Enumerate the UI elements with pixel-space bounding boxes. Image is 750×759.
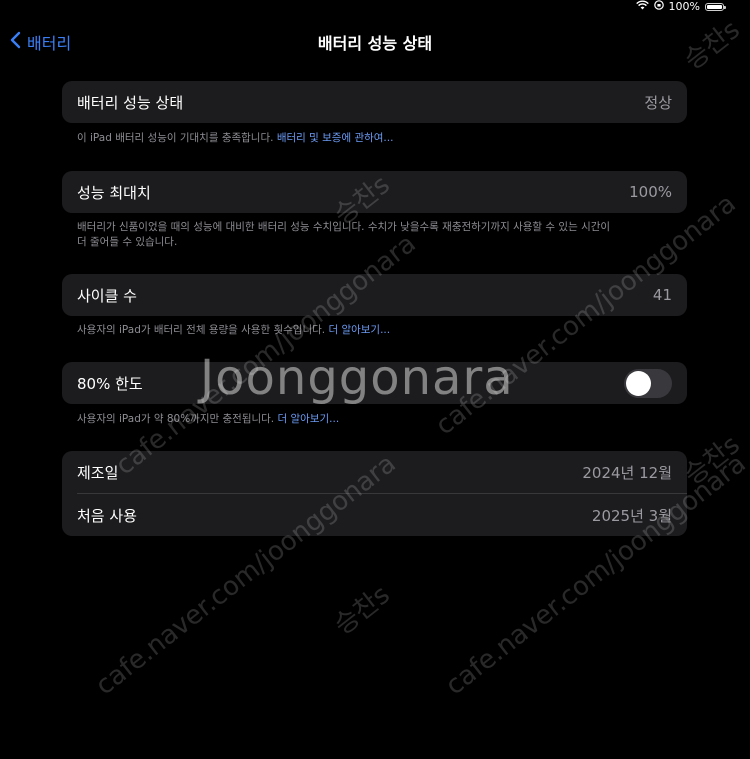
wifi-icon — [635, 0, 649, 13]
manufacture-value: 2024년 12월 — [582, 463, 672, 482]
cycles-value: 41 — [652, 286, 672, 304]
cycles-learn-more-link[interactable]: 더 알아보기... — [328, 324, 390, 336]
battery-percent: 100% — [668, 0, 700, 13]
health-card[interactable]: 배터리 성능 상태 정상 — [62, 81, 687, 123]
capacity-note-line2: 더 줄어들 수 있습니다. — [77, 236, 178, 248]
watermark-seller: 승찬s — [328, 579, 396, 642]
orientation-lock-icon — [653, 0, 664, 13]
capacity-value: 100% — [629, 183, 672, 201]
dates-card: 제조일 2024년 12월 처음 사용 2025년 3월 — [62, 451, 687, 536]
first-use-value: 2025년 3월 — [591, 506, 672, 525]
cycles-label: 사이클 수 — [77, 286, 137, 305]
limit-label: 80% 한도 — [77, 374, 143, 393]
health-note: 이 iPad 배터리 성능이 기대치를 충족합니다. 배터리 및 보증에 관하여… — [77, 131, 677, 146]
status-bar: 100% — [635, 0, 726, 13]
capacity-card: 성능 최대치 100% — [62, 171, 687, 213]
toggle-knob — [626, 370, 651, 396]
limit-learn-more-link[interactable]: 더 알아보기... — [278, 413, 340, 425]
battery-icon — [705, 2, 726, 11]
health-label: 배터리 성능 상태 — [77, 93, 184, 112]
manufacture-label: 제조일 — [77, 463, 119, 482]
cycles-note: 사용자의 iPad가 배터리 전체 용량을 사용한 횟수입니다. 더 알아보기.… — [77, 323, 677, 338]
limit-note: 사용자의 iPad가 약 80%까지만 충전됩니다. 더 알아보기... — [77, 412, 677, 427]
limit-note-text: 사용자의 iPad가 약 80%까지만 충전됩니다. — [77, 413, 275, 425]
page-title: 배터리 성능 상태 — [317, 34, 433, 53]
capacity-note-line1: 배터리가 신품이었을 때의 성능에 대비한 배터리 성능 수치입니다. 수치가 … — [77, 221, 611, 233]
battery-fill — [707, 4, 722, 9]
limit-card: 80% 한도 — [62, 362, 687, 404]
watermark-url: cafe.naver.com/joonggonara — [110, 228, 422, 482]
first-use-label: 처음 사용 — [77, 506, 137, 525]
health-value: 정상 — [644, 93, 672, 112]
limit-toggle[interactable] — [624, 368, 672, 398]
health-note-text: 이 iPad 배터리 성능이 기대치를 충족합니다. — [77, 132, 274, 144]
cycles-note-text: 사용자의 iPad가 배터리 전체 용량을 사용한 횟수입니다. — [77, 324, 326, 336]
cycles-card: 사이클 수 41 — [62, 274, 687, 316]
warranty-link[interactable]: 배터리 및 보증에 관하여... — [277, 132, 394, 144]
capacity-label: 성능 최대치 — [77, 183, 151, 202]
capacity-note: 배터리가 신품이었을 때의 성능에 대비한 배터리 성능 수치입니다. 수치가 … — [77, 220, 677, 250]
